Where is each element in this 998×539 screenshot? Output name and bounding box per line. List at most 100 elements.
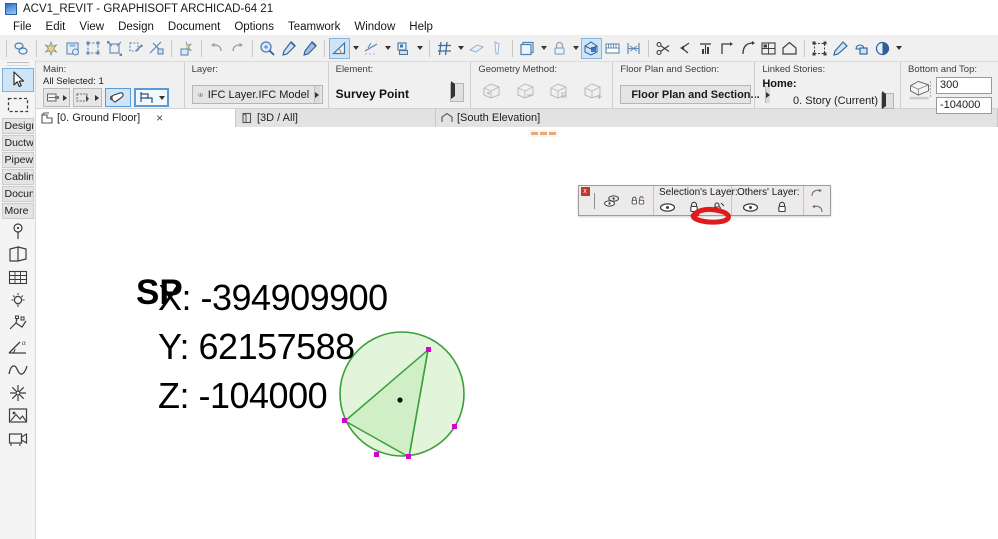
layer-visibility-dropdown[interactable] (538, 38, 549, 59)
guide-line-dropdown[interactable] (382, 38, 393, 59)
tab-3d-all[interactable]: [3D / All] (236, 109, 436, 127)
selection-layer-lock-icon[interactable] (686, 200, 701, 214)
sidebar-item-more[interactable]: More (1, 203, 34, 219)
survey-point-element-icon[interactable] (134, 88, 169, 107)
sidebar-item-angle-dimension-tool[interactable]: α (2, 335, 34, 358)
menu-item-teamwork[interactable]: Teamwork (281, 20, 347, 34)
box-method-1-icon[interactable] (478, 77, 506, 105)
element-settings-icon[interactable] (43, 88, 70, 107)
tab-ground-floor[interactable]: [0. Ground Floor] × (36, 109, 236, 127)
menu-item-document[interactable]: Document (161, 20, 227, 34)
sidebar-item-ductwork[interactable]: Ductw (1, 135, 34, 151)
top-offset-field[interactable]: 300 (936, 77, 992, 94)
sidebar-item-cabling[interactable]: Cablin (1, 169, 34, 185)
box-method-2-icon[interactable] (512, 77, 540, 105)
floorplan-combo[interactable]: Floor Plan and Section... (620, 85, 770, 104)
solid-operations-icon[interactable] (851, 38, 872, 59)
drag-copy-icon[interactable] (674, 38, 695, 59)
menu-item-design[interactable]: Design (111, 20, 161, 34)
layer-combo[interactable]: IFC Layer.IFC Model (191, 85, 323, 104)
arrow-tool-dropdown[interactable] (350, 38, 361, 59)
parameter-transfer-pick-icon[interactable] (278, 38, 299, 59)
menu-item-edit[interactable]: Edit (39, 20, 73, 34)
sidebar-item-spline-tool[interactable] (2, 358, 34, 381)
element-settings-arrow[interactable] (450, 81, 465, 102)
arrow-tool-icon[interactable] (329, 37, 350, 59)
menu-item-options[interactable]: Options (227, 20, 281, 34)
selection-layer-wireframe-icon[interactable] (711, 200, 726, 214)
palette-drag-handle[interactable] (591, 186, 598, 215)
parameter-transfer-inject-icon[interactable] (299, 38, 320, 59)
sidebar-grip[interactable] (6, 62, 29, 66)
others-layer-lock-icon[interactable] (773, 200, 791, 214)
element-size-icon[interactable] (623, 38, 644, 59)
rotate-copy-icon[interactable] (716, 38, 737, 59)
mirror-icon[interactable] (737, 38, 758, 59)
menu-item-window[interactable]: Window (347, 20, 402, 34)
grid-snap-icon[interactable] (434, 38, 455, 59)
sidebar-item-door-tool[interactable] (2, 243, 34, 266)
cut-icon[interactable] (653, 38, 674, 59)
renovation-filter-dropdown[interactable] (893, 38, 904, 59)
align-icon[interactable] (487, 38, 508, 59)
marquee-stretch-icon[interactable] (104, 38, 125, 59)
bottom-offset-field[interactable]: -104000 (936, 97, 992, 114)
menu-item-help[interactable]: Help (402, 20, 440, 34)
sidebar-item-hotspot-tool[interactable] (2, 220, 34, 243)
drag-hand-icon[interactable] (105, 88, 131, 107)
lock-dropdown[interactable] (570, 38, 581, 59)
box-method-4-icon[interactable] (579, 77, 607, 105)
sidebar-item-arrow-tool[interactable] (1, 68, 34, 92)
sidebar-item-marquee-tool[interactable] (2, 93, 34, 117)
show-hide-layers-icon[interactable] (603, 194, 621, 208)
layer-redo-icon[interactable] (808, 186, 826, 200)
lock-icon[interactable] (549, 38, 570, 59)
snap-point-icon[interactable] (393, 38, 414, 59)
measure-icon[interactable] (466, 38, 487, 59)
selection-mode-icon[interactable] (73, 88, 102, 107)
others-layer-visible-icon[interactable] (741, 200, 759, 214)
3d-cutaway-icon[interactable] (581, 37, 602, 59)
floor-plan-canvas[interactable]: SP X: -394909900 Y: 62157588 Z: -104000 (36, 127, 998, 539)
sidebar-item-pipework[interactable]: Pipew (1, 152, 34, 168)
teamwork-reserve-icon[interactable] (11, 38, 32, 59)
redo-icon[interactable] (227, 38, 248, 59)
guide-line-icon[interactable] (361, 38, 382, 59)
selection-layer-visible-icon[interactable] (659, 200, 676, 214)
sidebar-item-camera-tool[interactable] (2, 427, 34, 450)
elevate-icon[interactable] (695, 38, 716, 59)
box-method-3-icon[interactable] (545, 77, 573, 105)
new-project-icon[interactable] (41, 38, 62, 59)
undo-icon[interactable] (206, 38, 227, 59)
tab-close-icon[interactable]: × (156, 112, 163, 124)
sidebar-item-curtain-wall-tool[interactable] (2, 266, 34, 289)
layer-visibility-icon[interactable] (517, 38, 538, 59)
dimension-icon[interactable] (602, 38, 623, 59)
renovation-filter-icon[interactable] (872, 38, 893, 59)
sidebar-item-design[interactable]: Design (1, 118, 34, 134)
snap-point-dropdown[interactable] (414, 38, 425, 59)
trim-elements-icon[interactable] (146, 38, 167, 59)
find-select-icon[interactable] (257, 38, 278, 59)
survey-point-element[interactable] (332, 324, 522, 514)
group-icon[interactable] (809, 38, 830, 59)
multiply-icon[interactable] (758, 38, 779, 59)
layer-combo-arrow[interactable] (314, 86, 320, 103)
split-element-icon[interactable] (176, 38, 197, 59)
grid-snap-dropdown[interactable] (455, 38, 466, 59)
sidebar-item-figure-tool[interactable] (2, 404, 34, 427)
sidebar-item-lamp-tool[interactable] (2, 289, 34, 312)
edit-elements-icon[interactable] (125, 38, 146, 59)
sidebar-item-mep-tool[interactable] (2, 312, 34, 335)
layer-undo-icon[interactable] (808, 202, 826, 216)
home-story-icon[interactable] (779, 38, 800, 59)
magic-wand-edit-icon[interactable] (83, 38, 104, 59)
sidebar-item-sun-tool[interactable] (2, 381, 34, 404)
pen-edit-icon[interactable] (830, 38, 851, 59)
palette-close-button[interactable]: x (579, 186, 591, 215)
save-project-icon[interactable] (62, 38, 83, 59)
quick-layers-palette[interactable]: x Selection's Layer: Others' Layer: (578, 185, 831, 216)
sidebar-item-document[interactable]: Docum (1, 186, 34, 202)
lock-unlock-layers-icon[interactable] (630, 194, 648, 208)
menu-item-view[interactable]: View (72, 20, 111, 34)
